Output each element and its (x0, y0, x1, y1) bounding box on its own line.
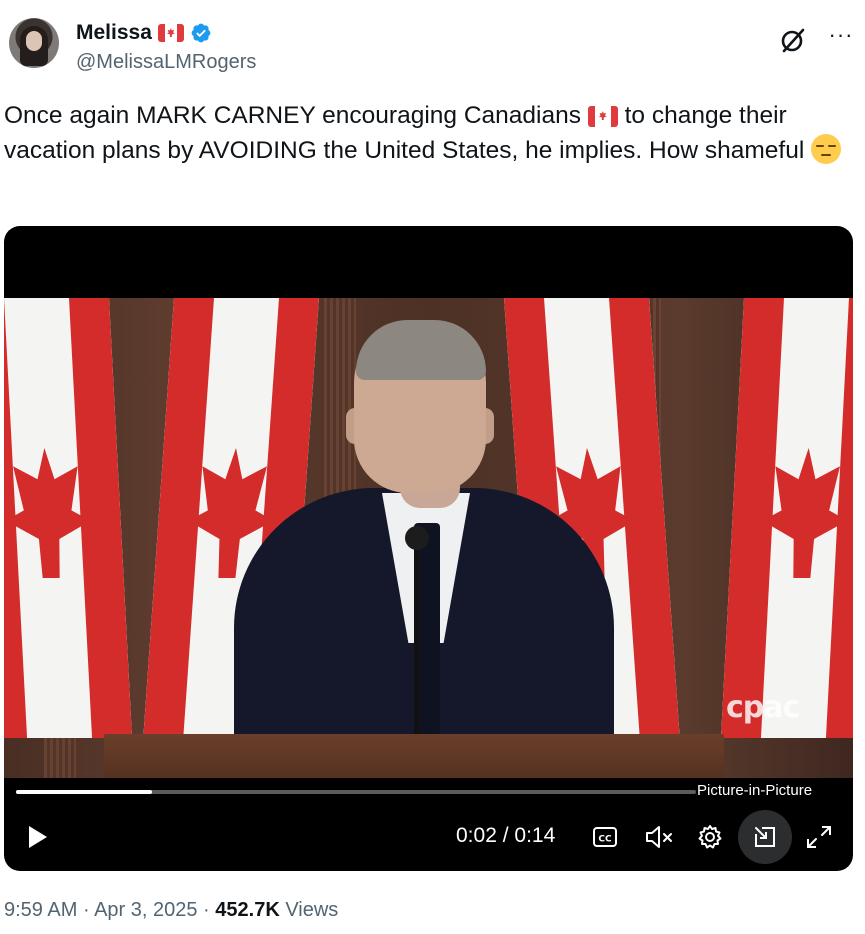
views-label: Views (279, 899, 339, 921)
svg-text:CC: CC (598, 835, 612, 845)
video-duration: 0:14 (514, 824, 556, 847)
avatar[interactable] (9, 18, 59, 68)
microphone (405, 526, 429, 550)
video-time-separator: / (496, 824, 515, 847)
fullscreen-icon[interactable] (804, 823, 834, 851)
speaker-hair (356, 320, 486, 380)
meta-separator: · (197, 899, 216, 921)
tweet-time[interactable]: 9:59 AM (4, 899, 77, 921)
video-progress-fill (16, 790, 152, 794)
picture-in-picture-button[interactable] (738, 810, 792, 864)
video-current-time: 0:02 (456, 824, 497, 847)
captions-icon[interactable]: CC (592, 824, 618, 850)
video-progress-bar[interactable] (16, 790, 696, 794)
canada-flag-backdrop (4, 298, 133, 738)
author-display-name[interactable]: Melissa (76, 21, 152, 45)
video-time: 0:02 / 0:14 (456, 824, 555, 848)
meta-separator: · (77, 899, 95, 921)
author-name-row: Melissa (76, 19, 212, 47)
video-player[interactable]: cpac Picture-in-Picture 0:02 / 0:14 CC (4, 226, 853, 871)
views-count: 452.7K (215, 899, 280, 921)
tweet-date[interactable]: Apr 3, 2025 (94, 899, 197, 921)
picture-in-picture-tooltip: Picture-in-Picture (697, 782, 813, 799)
video-frame[interactable]: cpac (4, 298, 853, 778)
canada-flag-backdrop (720, 298, 853, 738)
canada-flag-emoji-icon (587, 106, 618, 128)
author-handle[interactable]: @MelissaLMRogers (76, 51, 256, 74)
tweet-text-part1: Once again MARK CARNEY encouraging Canad… (4, 102, 588, 129)
verified-badge-icon[interactable] (190, 22, 212, 44)
tweet-metadata: 9:59 AM · Apr 3, 2025 · 452.7K Views (4, 899, 338, 922)
podium (104, 734, 724, 778)
unamused-face-icon (811, 134, 842, 165)
canada-flag-icon (157, 24, 184, 42)
mute-icon[interactable] (644, 823, 676, 851)
play-icon[interactable] (22, 822, 52, 852)
more-icon[interactable]: ··· (827, 24, 855, 52)
picture-in-picture-icon (755, 827, 775, 847)
settings-icon[interactable] (696, 823, 724, 851)
grok-icon[interactable] (778, 25, 808, 55)
tweet-text: Once again MARK CARNEY encouraging Canad… (4, 99, 849, 168)
avatar-face (26, 31, 42, 51)
cpac-watermark-logo: cpac (726, 690, 800, 725)
